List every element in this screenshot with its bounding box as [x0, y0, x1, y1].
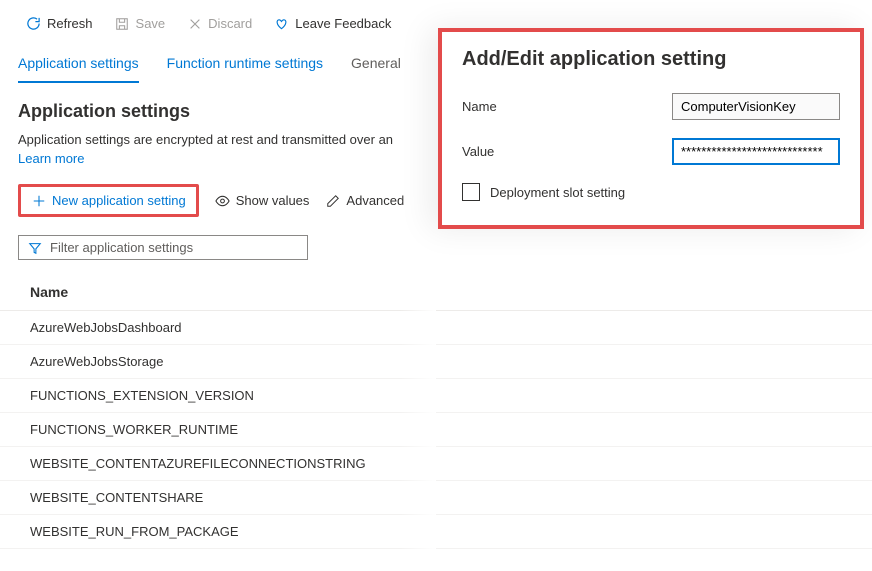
- feedback-button[interactable]: Leave Feedback: [266, 12, 399, 35]
- deployment-slot-row[interactable]: Deployment slot setting: [462, 183, 840, 201]
- show-values-button[interactable]: Show values: [215, 193, 310, 208]
- refresh-icon: [26, 16, 41, 31]
- save-label: Save: [136, 16, 166, 31]
- eye-icon: [215, 193, 230, 208]
- table-row[interactable]: FUNCTIONS_EXTENSION_VERSION: [0, 379, 872, 413]
- advanced-edit-button[interactable]: Advanced: [325, 193, 404, 208]
- value-label: Value: [462, 144, 672, 159]
- value-field-row: Value: [462, 138, 840, 165]
- plus-icon: [31, 193, 46, 208]
- heart-icon: [274, 16, 289, 31]
- table-row[interactable]: AzureWebJobsStorage: [0, 345, 872, 379]
- filter-icon: [27, 240, 42, 255]
- table-header-name[interactable]: Name: [0, 274, 872, 311]
- table-row[interactable]: WEBSITE_RUN_FROM_PACKAGE: [0, 515, 872, 549]
- table-row[interactable]: AzureWebJobsDashboard: [0, 311, 872, 345]
- save-button[interactable]: Save: [107, 12, 174, 35]
- table-row[interactable]: WEBSITE_CONTENTAZUREFILECONNECTIONSTRING: [0, 447, 872, 481]
- name-label: Name: [462, 99, 672, 114]
- name-input[interactable]: [672, 93, 840, 120]
- settings-table: Name AzureWebJobsDashboard AzureWebJobsS…: [0, 260, 872, 549]
- table-row[interactable]: WEBSITE_CONTENTSHARE: [0, 481, 872, 515]
- new-setting-label: New application setting: [52, 193, 186, 208]
- learn-more-link[interactable]: Learn more: [18, 151, 84, 166]
- new-application-setting-button[interactable]: New application setting: [18, 184, 199, 217]
- table-row[interactable]: FUNCTIONS_WORKER_RUNTIME: [0, 413, 872, 447]
- refresh-label: Refresh: [47, 16, 93, 31]
- checkbox-icon[interactable]: [462, 183, 480, 201]
- panel-title: Add/Edit application setting: [462, 48, 840, 71]
- value-input[interactable]: [672, 138, 840, 165]
- save-icon: [115, 16, 130, 31]
- discard-icon: [187, 16, 202, 31]
- filter-box[interactable]: [18, 235, 308, 260]
- add-edit-setting-panel: Add/Edit application setting Name Value …: [438, 28, 864, 229]
- advanced-label: Advanced: [346, 193, 404, 208]
- discard-label: Discard: [208, 16, 252, 31]
- feedback-label: Leave Feedback: [295, 16, 391, 31]
- name-field-row: Name: [462, 93, 840, 120]
- filter-input[interactable]: [50, 240, 299, 255]
- discard-button[interactable]: Discard: [179, 12, 260, 35]
- deployment-slot-label: Deployment slot setting: [490, 185, 625, 200]
- section-description: Application settings are encrypted at re…: [18, 132, 438, 147]
- tab-function-runtime-settings[interactable]: Function runtime settings: [167, 49, 323, 83]
- refresh-button[interactable]: Refresh: [18, 12, 101, 35]
- edit-icon: [325, 193, 340, 208]
- tab-general[interactable]: General: [351, 49, 401, 83]
- show-values-label: Show values: [236, 193, 310, 208]
- tab-application-settings[interactable]: Application settings: [18, 49, 139, 83]
